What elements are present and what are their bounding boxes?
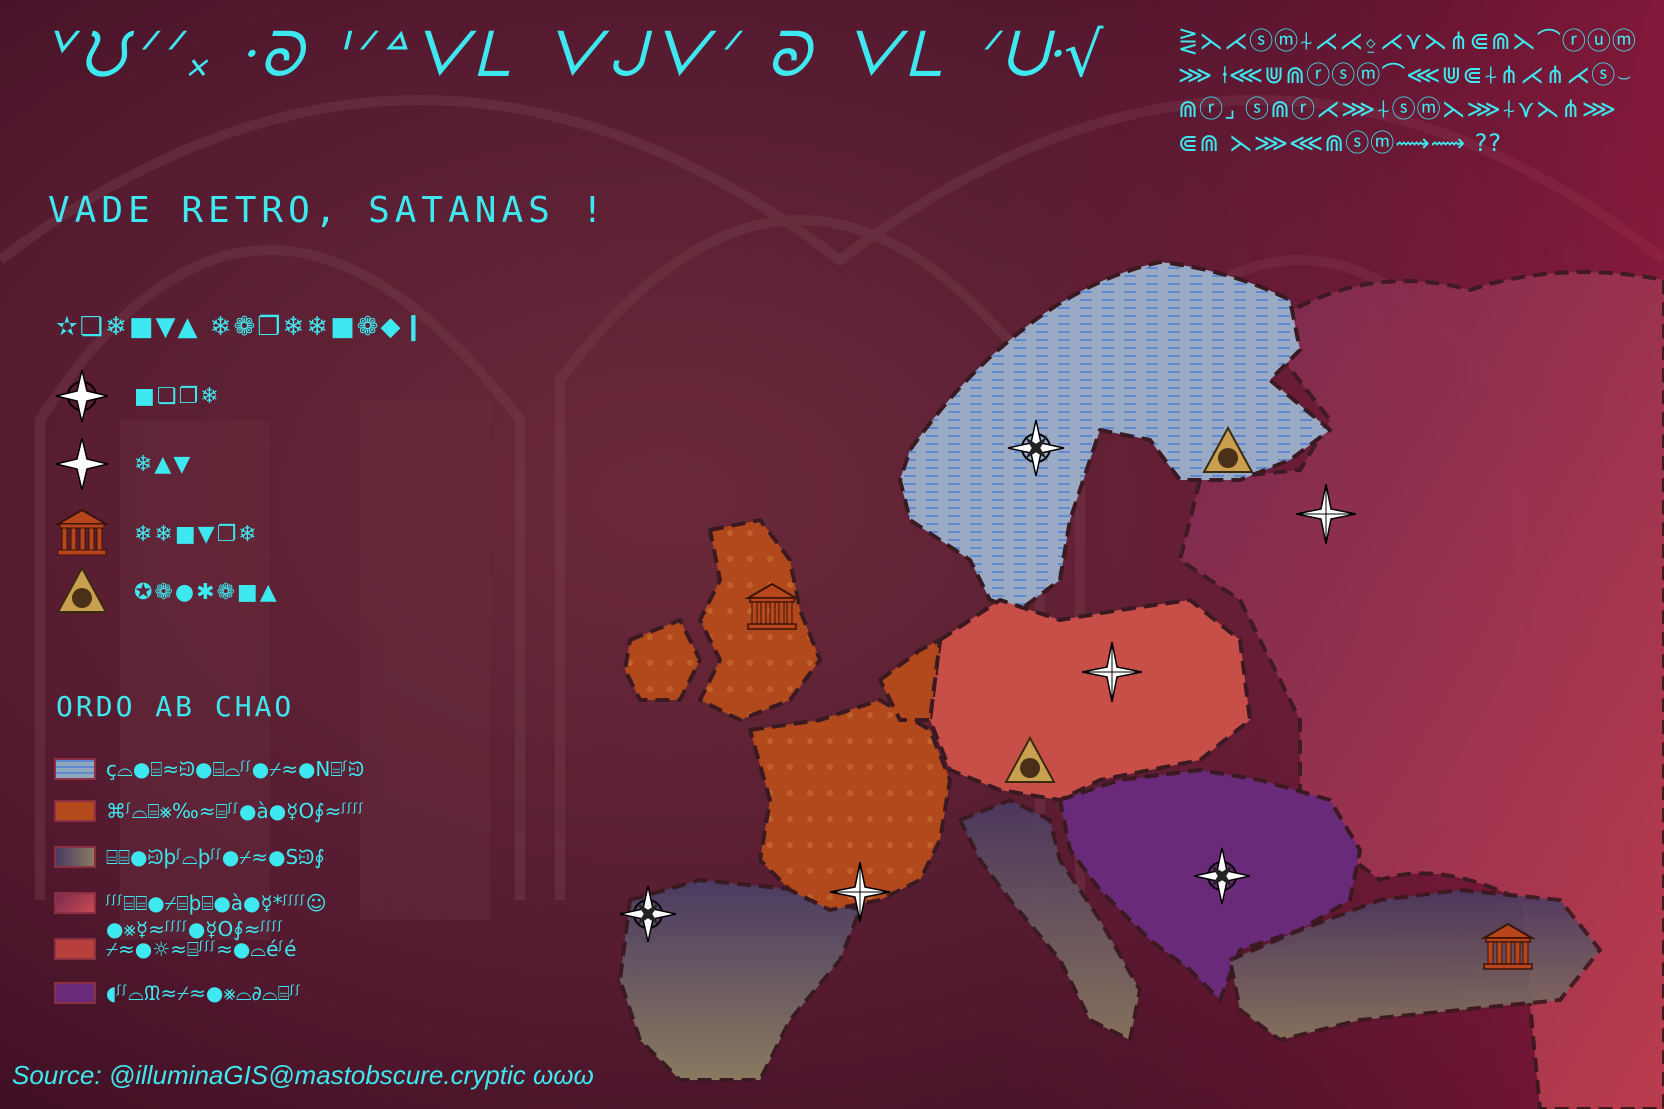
legend-item: ■❏❐❄ [52,368,221,424]
legend-swatch-label: ◖ᶴᶴ⌓ᙢ≈⌿≈●⨳⌓∂⌓⌸ᶴᶴ [106,981,302,1005]
four-point-star-icon [1081,641,1143,703]
legend-swatch-row: ᶴᶴᶴ⌸⌸●⌿⌸þ⌸●à●☿*ᶴᶴᶴᶴ☺●⨳☿≈ᶴᶴᶴᶴ●☿O∮≈ᶴᶴᶴᶴ [54,890,486,942]
four-point-star-icon [1295,483,1357,545]
map-poster: ᘁᙀᐟᐟ᙮ ᐧᘐ ᑊᐟᐞᐯᒪ ᐯᒍᐯᐟ ᘐ ᐯᒪ ᐟᑘ√ VADE RETRO,… [0,0,1664,1109]
legend-swatch-label: ᶴᶴᶴ⌸⌸●⌿⌸þ⌸●à●☿*ᶴᶴᶴᶴ☺●⨳☿≈ᶴᶴᶴᶴ●☿O∮≈ᶴᶴᶴᶴ [106,891,327,941]
eye-triangle-icon [1005,737,1055,783]
compass-rose-icon [619,885,677,943]
legend-swatch-label: ⌘ᶴ⌓⌸⨳‰≈⌸ᶴᶴ●à●☿O∮≈ᶴᶴᶴᶴ [106,799,365,823]
swatch-balkans [54,982,96,1004]
legend-item-label: ❄▲▼ [134,451,193,477]
legend-item-label: ■❏❐❄ [134,383,221,409]
legend-item: ❄▲▼ [52,436,192,492]
temple-icon [1483,923,1533,970]
legend-swatch-row: ç⌓●⌸≈ᙋ●⌸⌓ᶴᶴ●⌿≈●N⌸ᶴᙋ [54,756,364,782]
temple-icon [747,583,797,630]
compass-rose-icon [1007,419,1065,477]
map-title: ᘁᙀᐟᐟ᙮ ᐧᘐ ᑊᐟᐞᐯᒪ ᐯᒍᐯᐟ ᘐ ᐯᒪ ᐟᑘ√ [40,18,1110,91]
map-subtitle: VADE RETRO, SATANAS ! [48,190,609,231]
compass-rose-icon [55,369,109,423]
legend-swatch-label: ⌸⌸●ᙋþᶴ⌓þᶴᶴ●⌿≈●Sᙋ∮ [106,845,325,869]
swatch-scandinavia [54,758,96,780]
legend-item: ✪❁●✱❁■▲ [52,564,279,620]
four-point-star-icon [829,861,891,923]
swatch-west [54,800,96,822]
cipher-text: ⋛⋋⋌ⓢⓜ⍭⋌⋌⍚⋌⋎⋋⋔⋐⋒⋋⌒ⓡⓤⓜ⋙ ⍿⋘⋓⋒ⓡⓢⓜ⌒⋘⋓⋐⍭⋔⋌⋔⋌ⓢ⌣… [1178,27,1637,157]
eye-triangle-icon [56,565,108,613]
legend-item-label: ❄❄■▼❐❄ [134,521,259,547]
temple-icon [54,508,110,556]
swatch-central [54,938,96,960]
legend-swatch-row: ⌸⌸●ᙋþᶴ⌓þᶴᶴ●⌿≈●Sᙋ∮ [54,844,325,870]
source-credit: Source: @illuminaGIS@mastobscure.cryptic… [12,1060,594,1090]
legend-item-label: ✪❁●✱❁■▲ [134,579,279,605]
legend-swatch-row: ⌿≈●☼≈⌸ᶴᶴᶴ≈●⌓éᶴé [54,936,296,962]
fill-legend-title: ORDO AB CHAO [56,690,295,723]
legend-item: ❄❄■▼❐❄ [52,506,259,562]
four-point-star-icon [55,437,109,491]
legend-swatch-label: ⌿≈●☼≈⌸ᶴᶴᶴ≈●⌓éᶴé [106,937,297,961]
swatch-south [54,846,96,868]
legend-swatch-row: ⌘ᶴ⌓⌸⨳‰≈⌸ᶴᶴ●à●☿O∮≈ᶴᶴᶴᶴ [54,798,364,824]
compass-rose-icon [1193,847,1251,905]
legend-swatch-row: ◖ᶴᶴ⌓ᙢ≈⌿≈●⨳⌓∂⌓⌸ᶴᶴ [54,980,301,1006]
eye-triangle-icon [1203,427,1253,473]
swatch-east [54,892,96,914]
legend-swatch-label: ç⌓●⌸≈ᙋ●⌸⌓ᶴᶴ●⌿≈●N⌸ᶴᙋ [106,757,365,781]
symbol-legend-title: ✫❏❄■▼▲ ❄❁❐❄❄■❁◆❙ [56,312,427,342]
